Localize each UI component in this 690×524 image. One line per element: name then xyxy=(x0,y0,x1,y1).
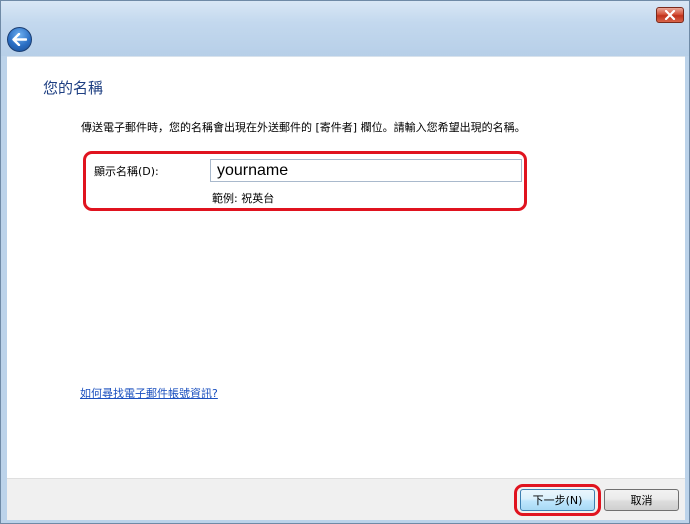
back-arrow-icon xyxy=(12,33,27,46)
help-link[interactable]: 如何尋找電子郵件帳號資訊? xyxy=(80,385,218,401)
close-icon xyxy=(664,10,676,20)
footer-bar: 下一步(N) 取消 xyxy=(7,478,685,520)
display-name-highlight: 顯示名稱(D): 範例: 祝英台 xyxy=(83,151,527,211)
page-title: 您的名稱 xyxy=(43,79,104,97)
back-button[interactable] xyxy=(7,27,32,52)
content-panel: 您的名稱 傳送電子郵件時，您的名稱會出現在外送郵件的 [寄件者] 欄位。請輸入您… xyxy=(7,56,685,478)
wizard-window: 您的名稱 傳送電子郵件時，您的名稱會出現在外送郵件的 [寄件者] 欄位。請輸入您… xyxy=(0,0,690,524)
display-name-input[interactable] xyxy=(210,159,522,182)
display-name-label: 顯示名稱(D): xyxy=(94,165,159,178)
intro-text: 傳送電子郵件時，您的名稱會出現在外送郵件的 [寄件者] 欄位。請輸入您希望出現的… xyxy=(81,121,526,134)
title-bar xyxy=(1,1,689,56)
close-button[interactable] xyxy=(656,7,684,23)
example-text: 範例: 祝英台 xyxy=(212,192,275,205)
cancel-button[interactable]: 取消 xyxy=(604,489,679,511)
next-button[interactable]: 下一步(N) xyxy=(520,489,595,511)
